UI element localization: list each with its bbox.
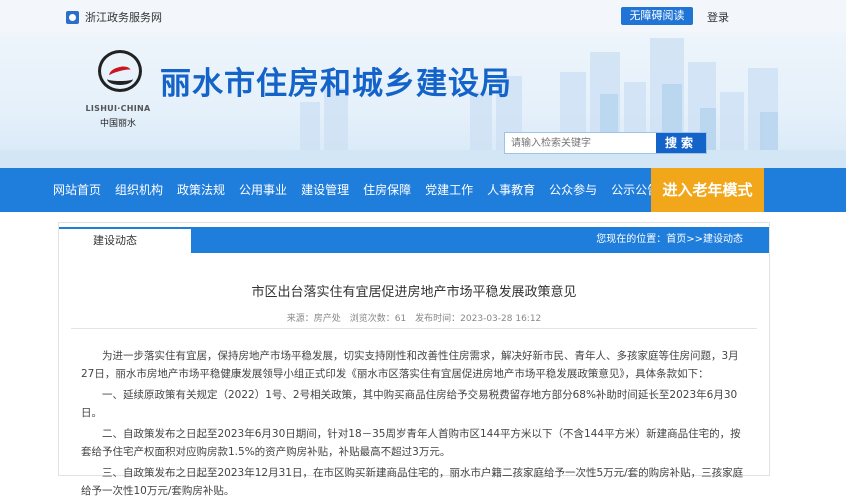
article-title: 市区出台落实住有宜居促进房地产市场平稳发展政策意见 [251, 285, 577, 300]
nav-item-organization[interactable]: 组织机构 [108, 168, 170, 212]
article-paragraph: 为进一步落实住有宜居，保持房地产市场平稳发展，切实支持刚性和改善性住房需求，解决… [81, 350, 739, 380]
search-button[interactable]: 搜索 [656, 133, 706, 153]
site-title: 丽水市住房和城乡建设局 [160, 66, 512, 102]
elder-mode-button[interactable]: 进入老年模式 [651, 168, 764, 212]
login-link[interactable]: 登录 [707, 9, 729, 25]
lishui-logo-icon [98, 50, 142, 92]
nav-item-home[interactable]: 网站首页 [46, 168, 108, 212]
gov-emblem-icon [66, 10, 79, 24]
article-paragraph: 二、自政策发布之日起至2023年6月30日期间，针对18－35周岁青年人首购市区… [81, 428, 741, 458]
search-input[interactable] [505, 133, 655, 153]
gov-service-link[interactable]: 浙江政务服务网 [66, 9, 162, 25]
article-paragraph: 一、延续原政策有关规定（2022）1号、2号相关政策，其中购买商品住房给予交易税… [81, 389, 738, 419]
nav-item-party-building[interactable]: 党建工作 [418, 168, 480, 212]
article-meta: 来源：房产处 浏览次数：61 发布时间：2023-03-28 16:12 [286, 314, 542, 324]
nav-item-utilities[interactable]: 公用事业 [232, 168, 294, 212]
nav-item-housing-security[interactable]: 住房保障 [356, 168, 418, 212]
accessible-reading-button[interactable]: 无障碍阅读 [621, 7, 693, 25]
nav-item-personnel[interactable]: 人事教育 [480, 168, 542, 212]
breadcrumb-bar: 建设动态 您现在的位置：首页>>建设动态 [59, 227, 769, 253]
breadcrumb[interactable]: 您现在的位置：首页>>建设动态 [596, 227, 743, 253]
divider [71, 328, 757, 329]
nav-item-public-participation[interactable]: 公众参与 [542, 168, 604, 212]
nav-item-construction[interactable]: 建设管理 [294, 168, 356, 212]
city-logo[interactable]: LISHUI·CHINA 中国丽水 [78, 48, 158, 136]
gov-service-label: 浙江政务服务网 [85, 11, 162, 24]
article-panel: 建设动态 您现在的位置：首页>>建设动态 市区出台落实住有宜居促进房地产市场平稳… [58, 222, 770, 497]
article-body: 为进一步落实住有宜居，保持房地产市场平稳发展，切实支持刚性和改善性住房需求，解决… [81, 347, 749, 503]
nav-item-policies[interactable]: 政策法规 [170, 168, 232, 212]
logo-chinese-text: 中国丽水 [99, 119, 136, 129]
logo-english-text: LISHUI·CHINA [85, 104, 151, 113]
main-nav: 网站首页 组织机构 政策法规 公用事业 建设管理 住房保障 党建工作 人事教育 … [0, 168, 846, 212]
section-tab[interactable]: 建设动态 [59, 227, 191, 253]
search-box: 搜索 [504, 132, 707, 154]
article-paragraph: 三、自政策发布之日起至2023年12月31日，在市区购买新建商品住宅的，丽水市户… [81, 467, 744, 497]
header-banner: LISHUI·CHINA 中国丽水 丽水市住房和城乡建设局 搜索 [0, 32, 846, 168]
top-strip: 浙江政务服务网 无障碍阅读 登录 [0, 0, 846, 32]
